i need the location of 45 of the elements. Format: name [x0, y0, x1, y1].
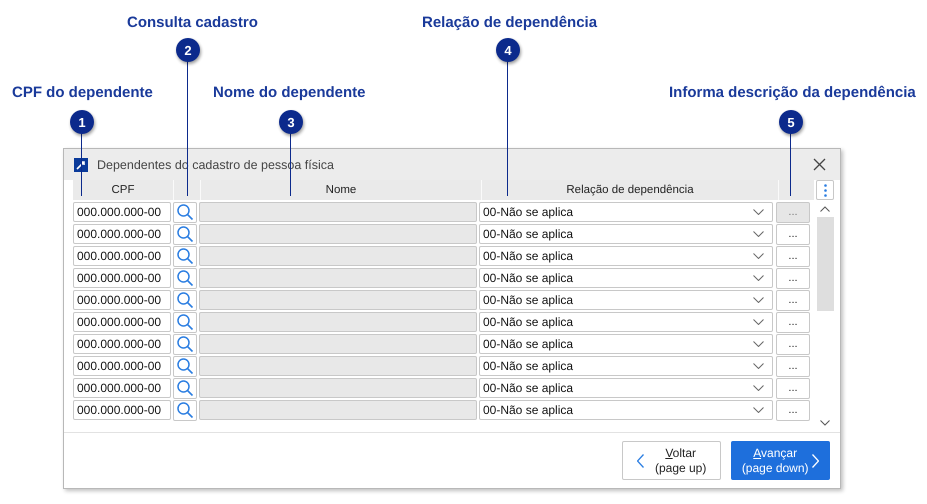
relation-dropdown[interactable]: 00-Não se aplica [479, 202, 773, 222]
callout-label: Consulta cadastro [127, 14, 258, 31]
callout-label: CPF do dependente [12, 84, 153, 101]
more-button[interactable]: ... [776, 400, 810, 420]
more-button[interactable]: ... [776, 312, 810, 332]
more-button[interactable]: ... [776, 356, 810, 376]
next-button[interactable]: Avançar (page down) [731, 441, 830, 480]
column-header: Nome [201, 180, 482, 200]
callout-number: 1 [70, 110, 94, 134]
callout-number: 5 [779, 110, 803, 134]
relation-dropdown[interactable]: 00-Não se aplica [479, 290, 773, 310]
column-header: CPF [73, 180, 174, 200]
relation-dropdown[interactable]: 00-Não se aplica [479, 224, 773, 244]
cpf-field[interactable]: 000.000.000-00 [73, 202, 171, 222]
more-button[interactable]: ... [776, 202, 810, 222]
cpf-field[interactable]: 000.000.000-00 [73, 400, 171, 420]
callout-number: 3 [279, 110, 303, 134]
more-button[interactable]: ... [776, 378, 810, 398]
cpf-field[interactable]: 000.000.000-00 [73, 356, 171, 376]
relation-dropdown[interactable]: 00-Não se aplica [479, 246, 773, 266]
callout-label: Relação de dependência [422, 14, 598, 31]
relation-dropdown[interactable]: 00-Não se aplica [479, 268, 773, 288]
cpf-field[interactable]: 000.000.000-00 [73, 378, 171, 398]
callout-number: 2 [176, 38, 200, 62]
relation-dropdown[interactable]: 00-Não se aplica [479, 356, 773, 376]
more-button[interactable]: ... [776, 246, 810, 266]
back-button[interactable]: Voltar (page up) [622, 441, 721, 480]
cpf-field[interactable]: 000.000.000-00 [73, 224, 171, 244]
cpf-field[interactable]: 000.000.000-00 [73, 312, 171, 332]
more-button[interactable]: ... [776, 224, 810, 244]
cpf-field[interactable]: 000.000.000-00 [73, 268, 171, 288]
cpf-field[interactable]: 000.000.000-00 [73, 246, 171, 266]
more-button[interactable]: ... [776, 290, 810, 310]
more-button[interactable]: ... [776, 268, 810, 288]
more-button[interactable]: ... [776, 334, 810, 354]
relation-dropdown[interactable]: 00-Não se aplica [479, 400, 773, 420]
cpf-field[interactable]: 000.000.000-00 [73, 334, 171, 354]
callout-number: 4 [496, 38, 520, 62]
callout-label: Informa descrição da dependência [669, 84, 916, 101]
column-header: Relação de dependência [482, 180, 779, 200]
relation-dropdown[interactable]: 00-Não se aplica [479, 334, 773, 354]
relation-dropdown[interactable]: 00-Não se aplica [479, 312, 773, 332]
cpf-field[interactable]: 000.000.000-00 [73, 290, 171, 310]
callout-label: Nome do dependente [213, 84, 366, 101]
relation-dropdown[interactable]: 00-Não se aplica [479, 378, 773, 398]
